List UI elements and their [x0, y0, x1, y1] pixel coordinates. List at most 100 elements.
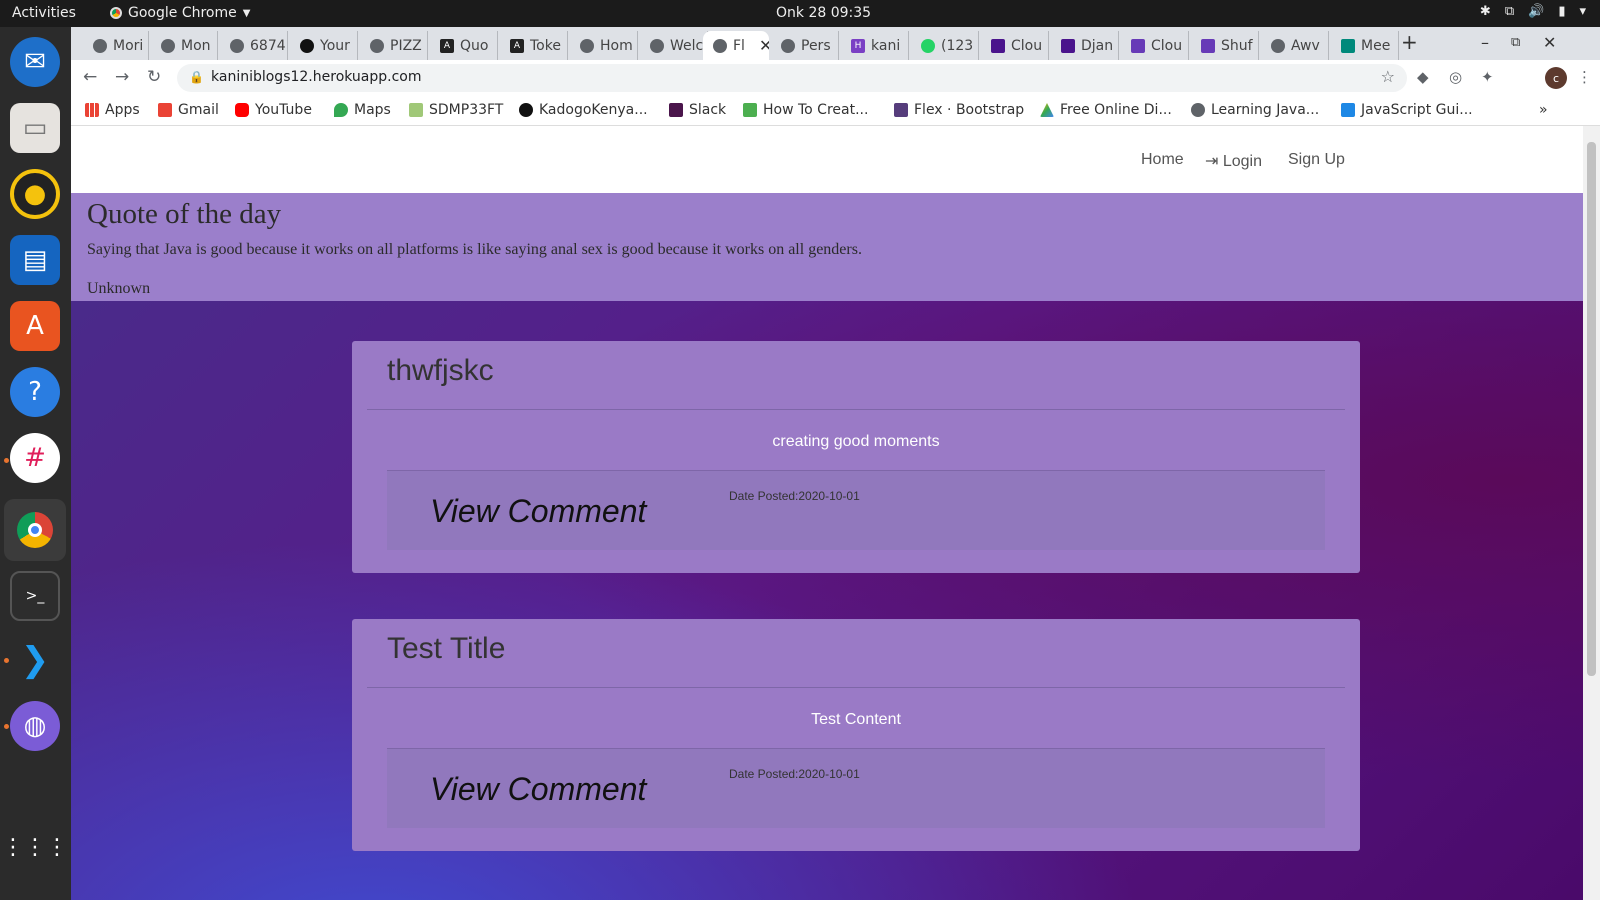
back-icon[interactable]: ←	[83, 67, 97, 87]
nav-signup-link[interactable]: Sign Up	[1288, 151, 1345, 169]
caret-down-icon: ▼	[242, 7, 251, 19]
chrome-dock-icon[interactable]	[4, 499, 66, 561]
maps-pin-icon	[334, 103, 348, 117]
forward-icon[interactable]: →	[115, 67, 129, 87]
bookmark-javascript-gui[interactable]: JavaScript Gui...	[1341, 102, 1473, 118]
restore-button[interactable]: ⧉	[1511, 35, 1520, 50]
lock-icon[interactable]: 🔒	[189, 70, 204, 84]
menu-kebab-icon[interactable]: ⋮	[1577, 68, 1592, 86]
help-icon[interactable]: ?	[10, 367, 60, 417]
post-date: Date Posted:2020-10-01	[729, 489, 860, 503]
tab[interactable]: Pers	[771, 31, 839, 60]
slack-tray-icon[interactable]: ✱	[1480, 4, 1491, 19]
page-scrollbar[interactable]	[1583, 126, 1600, 900]
view-comment-link[interactable]: View Comment	[430, 771, 646, 808]
extension-box-icon[interactable]: ◆	[1417, 68, 1429, 86]
slack-icon[interactable]: #	[10, 433, 60, 483]
tab-favicon	[230, 38, 244, 53]
bookmark-kadogokenya[interactable]: KadogoKenya...	[519, 102, 648, 118]
tab[interactable]: A Quo	[430, 31, 498, 60]
power-menu-icon[interactable]: ▾	[1579, 4, 1586, 19]
files-icon[interactable]: ▭	[10, 103, 60, 153]
terminal-icon[interactable]: >_	[10, 571, 60, 621]
bookmark-learning-java[interactable]: Learning Java...	[1191, 102, 1319, 118]
bookmark-label: How To Creat...	[763, 102, 869, 118]
tab-active[interactable]: Fl ✕	[703, 31, 769, 60]
globe-icon	[1191, 103, 1205, 117]
quote-of-the-day: Quote of the day Saying that Java is goo…	[71, 193, 1583, 301]
tab[interactable]: Djan	[1051, 31, 1119, 60]
software-center-icon[interactable]: A	[10, 301, 60, 351]
minimize-button[interactable]: –	[1481, 33, 1489, 52]
tab[interactable]: Shuf	[1191, 31, 1259, 60]
tab[interactable]: PIZZ	[360, 31, 428, 60]
bookmark-star-icon[interactable]: ☆	[1381, 67, 1395, 86]
tab[interactable]: Mon	[151, 31, 218, 60]
app-menu[interactable]: Google Chrome ▼	[110, 5, 250, 21]
url-text[interactable]: kaniniblogs12.herokuapp.com	[211, 69, 422, 85]
profile-avatar[interactable]: c	[1545, 67, 1567, 89]
bookmark-youtube[interactable]: YouTube	[235, 102, 312, 118]
bookmark-label: KadogoKenya...	[539, 102, 648, 118]
scrollbar-thumb[interactable]	[1587, 142, 1596, 676]
view-comment-link[interactable]: View Comment	[430, 493, 646, 530]
libreoffice-writer-icon[interactable]: ▤	[10, 235, 60, 285]
tab-label: Shuf	[1221, 37, 1253, 54]
tab-strip: Mori Mon 6874 Your PIZZ A Quo A Toke Hom W…	[71, 27, 1600, 60]
tab[interactable]: Mori	[83, 31, 149, 60]
bookmark-gmail[interactable]: Gmail	[158, 102, 219, 118]
post-date: Date Posted:2020-10-01	[729, 767, 860, 781]
battery-icon[interactable]: ▮	[1558, 4, 1565, 19]
tab[interactable]: Awv	[1261, 31, 1329, 60]
nav-login-label: Login	[1222, 153, 1263, 170]
bookmark-how-to-create[interactable]: How To Creat...	[743, 102, 868, 118]
running-indicator	[4, 658, 9, 663]
bookmark-free-online-di[interactable]: Free Online Di...	[1040, 102, 1172, 118]
bookmark-flex-bootstrap[interactable]: Flex · Bootstrap	[894, 102, 1024, 118]
quote-heading: Quote of the day	[87, 198, 282, 230]
close-tab-icon[interactable]: ✕	[759, 36, 769, 55]
tab[interactable]: Hom	[570, 31, 638, 60]
bookmark-label: Flex · Bootstrap	[914, 102, 1025, 118]
new-tab-button[interactable]: +	[1401, 30, 1418, 54]
bookmark-slack[interactable]: Slack	[669, 102, 726, 118]
vscode-icon[interactable]: ❯	[10, 635, 60, 685]
thunderbird-icon[interactable]: ✉	[10, 37, 60, 87]
palm-icon	[409, 103, 423, 117]
tab[interactable]: Your	[290, 31, 358, 60]
clock[interactable]: Onk 28 09:35	[776, 5, 871, 21]
tab[interactable]: (123	[911, 31, 979, 60]
tab-label: Mon	[181, 37, 211, 54]
post-footer: View Comment Date Posted:2020-10-01	[387, 470, 1325, 550]
bookmarks-bar: Apps Gmail YouTube Maps SDMP33FT KadogoK…	[71, 96, 1600, 126]
close-window-button[interactable]: ✕	[1543, 33, 1556, 52]
tab-favicon	[1271, 38, 1285, 53]
bookmark-maps[interactable]: Maps	[334, 102, 391, 118]
tab[interactable]: 6874	[220, 31, 288, 60]
tab[interactable]: A Toke	[500, 31, 568, 60]
more-bookmarks-icon[interactable]: »	[1539, 102, 1548, 118]
tab-label: PIZZ	[390, 37, 422, 54]
rhythmbox-icon[interactable]: ●	[10, 169, 60, 219]
activities-button[interactable]: Activities	[12, 5, 76, 21]
tab[interactable]: Clou	[1121, 31, 1189, 60]
nav-login-link[interactable]: ⇥ Login	[1205, 151, 1262, 171]
network-icon[interactable]: ⧉	[1505, 4, 1514, 19]
nav-home-link[interactable]: Home	[1141, 151, 1184, 169]
show-applications-icon[interactable]: ⋮⋮⋮	[2, 822, 68, 872]
extensions-puzzle-icon[interactable]: ✦	[1481, 68, 1494, 86]
reload-icon[interactable]: ↻	[147, 67, 161, 87]
volume-icon[interactable]: 🔊	[1528, 4, 1544, 19]
extension-icon[interactable]: ◎	[1449, 68, 1462, 86]
tab[interactable]: Hkani	[841, 31, 909, 60]
tab[interactable]: Clou	[981, 31, 1049, 60]
address-bar[interactable]: 🔒 kaniniblogs12.herokuapp.com ☆	[177, 64, 1407, 92]
bookmark-apps[interactable]: Apps	[85, 102, 140, 118]
system-tray[interactable]: ✱ ⧉ 🔊 ▮ ▾	[1480, 4, 1586, 19]
web-browser-icon[interactable]: ◍	[10, 701, 60, 751]
tab[interactable]: Welc	[640, 31, 708, 60]
gmail-icon	[158, 103, 172, 117]
post-footer: View Comment Date Posted:2020-10-01	[387, 748, 1325, 828]
bookmark-sdmp33ft[interactable]: SDMP33FT	[409, 102, 503, 118]
tab[interactable]: Mee	[1331, 31, 1399, 60]
